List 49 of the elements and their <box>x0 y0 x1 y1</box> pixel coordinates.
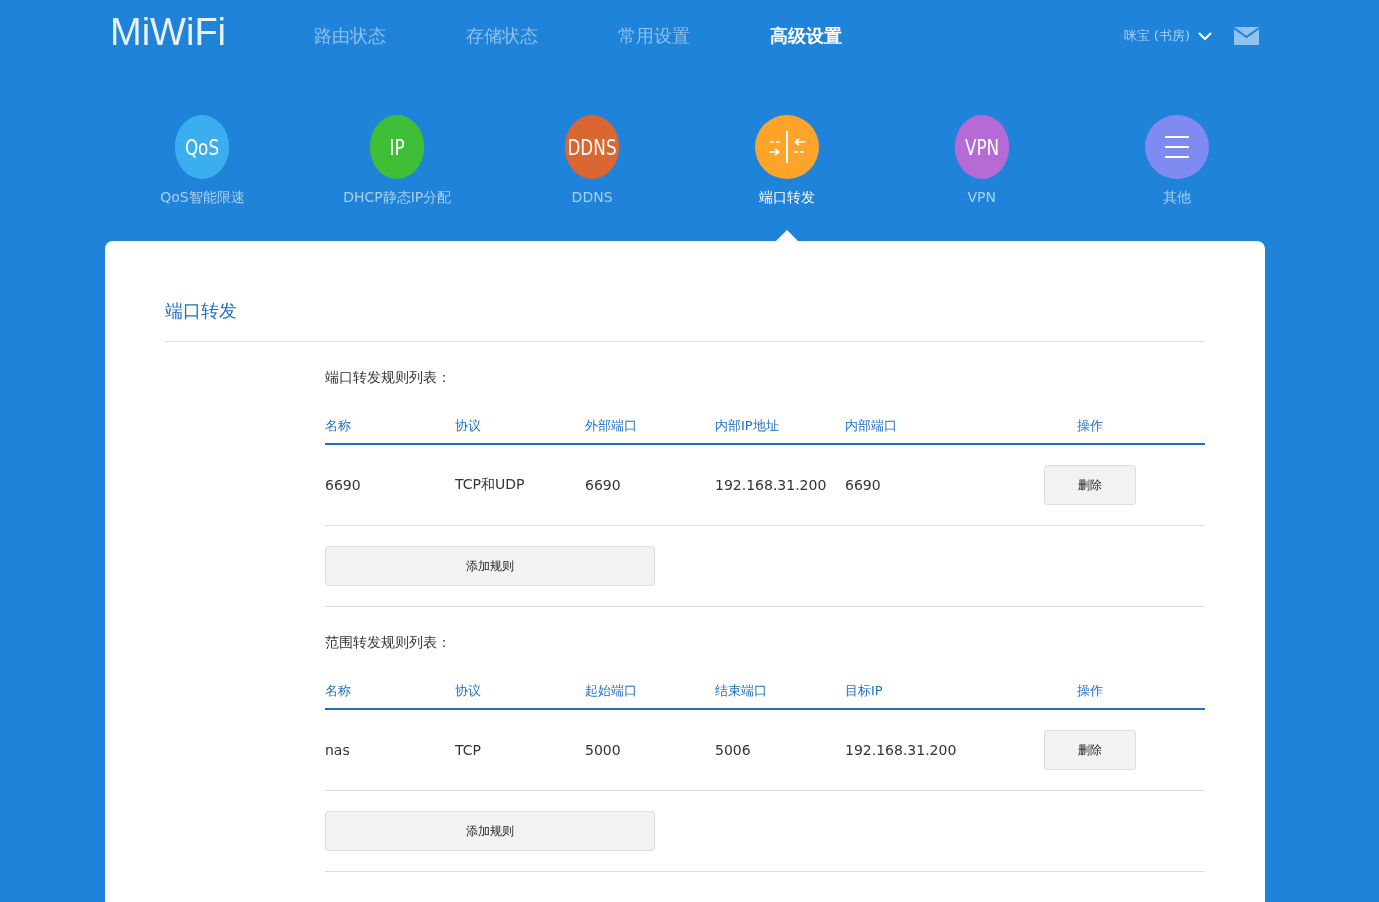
panel-title: 端口转发 <box>165 299 1205 342</box>
column-header: 起始端口 <box>585 682 638 700</box>
column-header: 外部端口 <box>585 417 638 435</box>
feature-label[interactable]: VPN <box>967 189 996 205</box>
column-header: 操作 <box>1077 417 1103 435</box>
mail-icon[interactable] <box>1234 27 1259 45</box>
feature-button[interactable]: DDNS <box>564 115 620 179</box>
column-header: 名称 <box>325 417 352 435</box>
column-header: 内部IP地址 <box>715 417 780 435</box>
feature-button[interactable]: IP <box>370 115 425 179</box>
add-rule-button[interactable]: 添加规则 <box>325 546 655 586</box>
table-cell-text: nas <box>325 742 351 758</box>
delete-button[interactable]: 删除 <box>1044 465 1136 505</box>
column-header: 名称 <box>325 682 352 700</box>
table-cell-text: TCP和UDP <box>455 476 526 494</box>
table-cell-text: TCP <box>455 742 482 758</box>
table-cell-text: 192.168.31.200 <box>845 742 958 758</box>
nav-tab[interactable]: 路由状态 <box>314 24 466 48</box>
add-rule-button[interactable]: 添加规则 <box>325 811 655 851</box>
table-cell-text: 6690 <box>845 477 882 493</box>
table-caption: 端口转发规则列表： <box>325 369 452 387</box>
column-header: 结束端口 <box>715 682 768 700</box>
feature-button[interactable]: VPN <box>954 115 1009 179</box>
table-cell-text: 6690 <box>585 477 622 493</box>
table-caption: 范围转发规则列表： <box>325 634 452 652</box>
table-cell-text: 5006 <box>715 742 752 758</box>
nav-tab[interactable]: 存储状态 <box>466 24 618 48</box>
user-name[interactable]: 咪宝 (书房) <box>1123 27 1190 45</box>
table-cell-text: 5000 <box>585 742 622 758</box>
column-header: 操作 <box>1077 682 1103 700</box>
column-header: 协议 <box>455 417 482 435</box>
feature-label[interactable]: QoS智能限速 <box>160 189 245 207</box>
logo[interactable]: MiWiFi <box>110 10 280 54</box>
chevron-down-icon[interactable] <box>1198 31 1212 41</box>
feature-label[interactable]: DHCP静态IP分配 <box>343 189 452 207</box>
table-cell-text: 6690 <box>325 477 362 493</box>
delete-button[interactable]: 删除 <box>1044 730 1136 770</box>
column-header: 内部端口 <box>845 417 898 435</box>
nav-tab[interactable]: 高级设置 <box>770 24 922 48</box>
feature-button[interactable]: QoS <box>175 115 230 179</box>
feature-label[interactable]: DDNS <box>571 189 613 205</box>
menu-icon[interactable] <box>1144 115 1209 179</box>
nav-tab[interactable]: 常用设置 <box>618 24 770 48</box>
column-header: 协议 <box>455 682 482 700</box>
port-forward-icon[interactable] <box>754 115 819 179</box>
column-header: 目标IP <box>845 682 884 700</box>
feature-label[interactable]: 端口转发 <box>758 189 815 207</box>
feature-label[interactable]: 其他 <box>1162 189 1191 207</box>
table-cell-text: 192.168.31.200 <box>715 477 828 493</box>
